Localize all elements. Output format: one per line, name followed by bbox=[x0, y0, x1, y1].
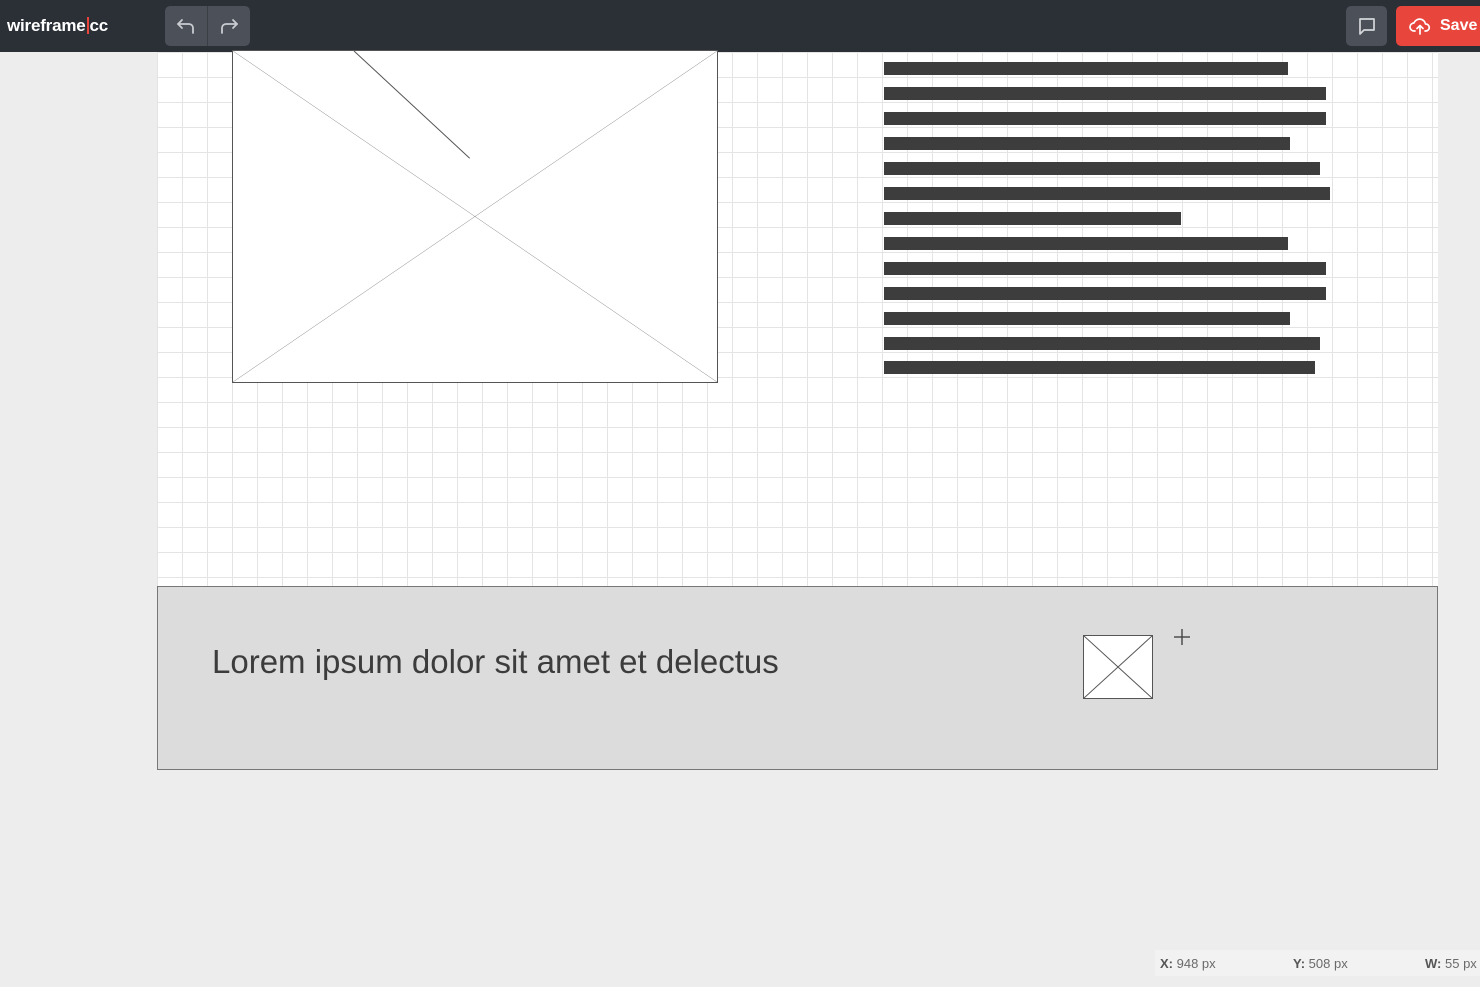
speech-bubble-icon bbox=[1358, 18, 1375, 35]
text-block-placeholder[interactable] bbox=[884, 60, 1344, 380]
undo-button[interactable] bbox=[165, 6, 207, 46]
y-label: Y: bbox=[1293, 956, 1306, 971]
text-line bbox=[884, 337, 1320, 350]
x-readout: X: 948 px bbox=[1160, 956, 1216, 971]
footer-heading-text[interactable]: Lorem ipsum dolor sit amet et delectus bbox=[212, 643, 779, 681]
undo-arrow-icon bbox=[177, 19, 194, 34]
w-readout: W: 55 px bbox=[1425, 956, 1477, 971]
text-line bbox=[884, 62, 1288, 75]
history-button-group bbox=[165, 6, 250, 46]
cloud-upload-icon bbox=[1409, 18, 1431, 35]
logo-suffix: cc bbox=[89, 16, 109, 35]
text-line bbox=[884, 312, 1290, 325]
footer-band[interactable]: Lorem ipsum dolor sit amet et delectus bbox=[157, 586, 1438, 770]
w-label: W: bbox=[1425, 956, 1442, 971]
small-image-placeholder[interactable] bbox=[1083, 635, 1153, 699]
text-line bbox=[884, 212, 1181, 225]
text-line bbox=[884, 112, 1326, 125]
redo-arrow-icon bbox=[221, 19, 238, 34]
image-placeholder-x-icon bbox=[233, 51, 717, 382]
save-button[interactable]: Save bbox=[1396, 6, 1480, 46]
text-line bbox=[884, 237, 1288, 250]
x-label: X: bbox=[1160, 956, 1173, 971]
save-label: Save bbox=[1440, 17, 1478, 34]
text-line bbox=[884, 361, 1315, 374]
text-line bbox=[884, 287, 1326, 300]
logo-text: wireframe bbox=[7, 16, 86, 35]
text-line bbox=[884, 262, 1326, 275]
y-value: 508 px bbox=[1308, 956, 1348, 971]
text-line bbox=[884, 162, 1320, 175]
text-line bbox=[884, 187, 1330, 200]
x-value: 948 px bbox=[1176, 956, 1216, 971]
w-value: 55 px bbox=[1445, 956, 1477, 971]
image-placeholder-x-icon bbox=[1084, 636, 1152, 698]
redo-button[interactable] bbox=[207, 6, 250, 46]
top-toolbar: wireframe cc Save bbox=[0, 0, 1480, 52]
text-line bbox=[884, 137, 1290, 150]
crosshair-cursor-icon bbox=[1174, 629, 1190, 645]
app-logo[interactable]: wireframe cc bbox=[7, 16, 108, 36]
position-status-bar: X: 948 px Y: 508 px W: 55 px bbox=[1155, 950, 1480, 976]
wireframe-canvas[interactable] bbox=[157, 50, 1438, 586]
text-line bbox=[884, 87, 1326, 100]
logo-cursor-mark bbox=[86, 17, 89, 34]
comment-button[interactable] bbox=[1346, 6, 1387, 46]
image-placeholder[interactable] bbox=[232, 50, 718, 383]
y-readout: Y: 508 px bbox=[1293, 956, 1348, 971]
